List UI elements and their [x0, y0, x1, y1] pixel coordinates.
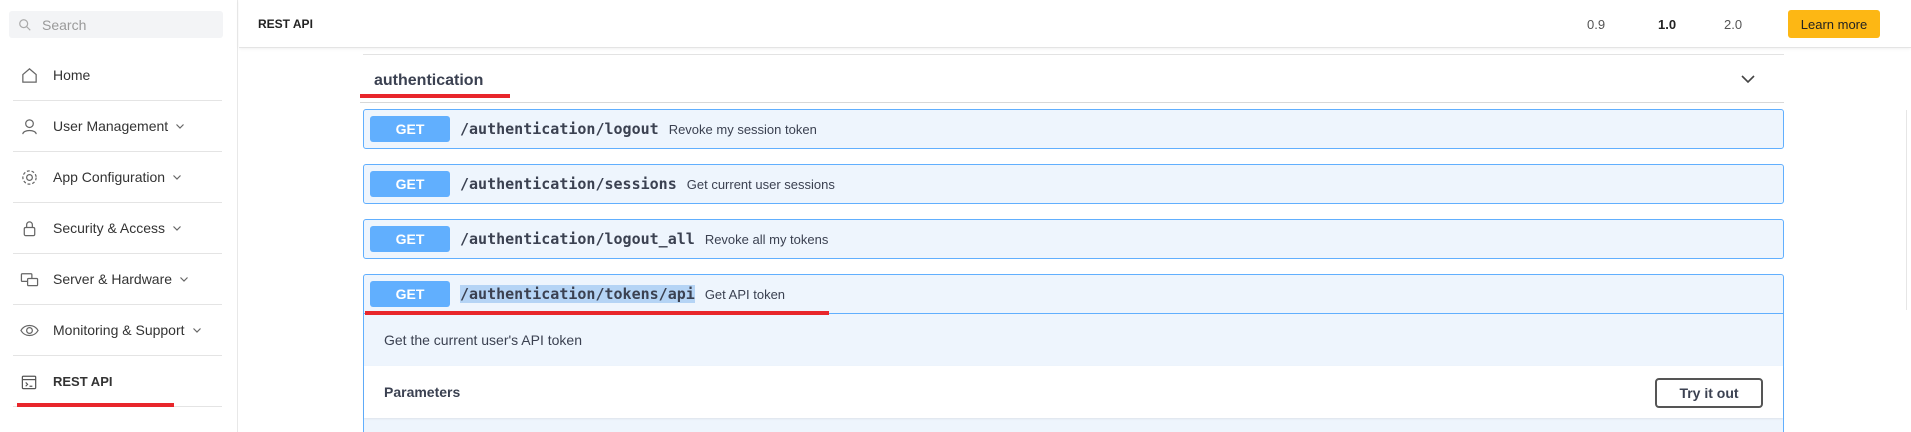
- method-badge: GET: [370, 281, 450, 307]
- try-it-out-button[interactable]: Try it out: [1655, 378, 1763, 408]
- operation-underline: [365, 311, 829, 315]
- chevron-down-icon: [173, 226, 181, 231]
- operation-block: GET /authentication/sessions Get current…: [363, 164, 1784, 204]
- operation-block-expanded: GET /authentication/tokens/api Get API t…: [363, 274, 1784, 432]
- operation-path: /authentication/sessions: [460, 175, 677, 193]
- user-icon: [20, 117, 39, 136]
- sidebar-item-label: Server & Hardware: [53, 271, 173, 287]
- sidebar-item-label: User Management: [53, 118, 169, 134]
- parameters-header: Parameters Try it out: [364, 366, 1783, 418]
- learn-more-button[interactable]: Learn more: [1788, 10, 1880, 38]
- active-item-underline: [17, 403, 174, 407]
- server-icon: [20, 270, 39, 289]
- sidebar-item-label: App Configuration: [53, 169, 166, 185]
- tag-underline: [360, 94, 510, 98]
- sidebar-item-app-configuration[interactable]: App Configuration: [13, 152, 222, 203]
- chevron-down-icon: [192, 328, 201, 333]
- version-option-selected[interactable]: 1.0: [1658, 17, 1676, 32]
- sidebar-item-user-management[interactable]: User Management: [13, 101, 222, 152]
- section-divider: [363, 54, 1784, 55]
- sidebar-nav: Home User Management App Configuration S…: [13, 50, 222, 407]
- method-badge: GET: [370, 116, 450, 142]
- operation-block: GET /authentication/logout_all Revoke al…: [363, 219, 1784, 259]
- sidebar: Home User Management App Configuration S…: [0, 0, 238, 432]
- eye-icon: [20, 321, 39, 340]
- api-icon: [20, 372, 39, 391]
- search-input[interactable]: [42, 16, 222, 33]
- sidebar-item-label: Monitoring & Support: [53, 322, 185, 338]
- operation-summary: Get API token: [704, 286, 786, 302]
- operation-description: Get the current user's API token: [364, 314, 1783, 366]
- operation-header[interactable]: GET /authentication/logout_all Revoke al…: [364, 220, 1783, 258]
- search-box[interactable]: [9, 11, 223, 38]
- sidebar-item-security-access[interactable]: Security & Access: [13, 203, 222, 254]
- sidebar-item-label: Security & Access: [53, 220, 166, 236]
- gear-icon: [20, 168, 39, 187]
- operation-path: /authentication/logout: [460, 120, 659, 138]
- search-icon: [19, 18, 31, 31]
- operation-summary: Revoke my session token: [668, 121, 817, 137]
- sidebar-item-home[interactable]: Home: [13, 50, 222, 101]
- parameters-body: [364, 418, 1783, 432]
- sidebar-item-rest-api[interactable]: REST API: [13, 356, 222, 407]
- operation-header[interactable]: GET /authentication/sessions Get current…: [364, 165, 1783, 203]
- top-bar: REST API 0.9 1.0 2.0 Learn more: [239, 0, 1911, 48]
- operation-body: Get the current user's API token Paramet…: [364, 313, 1783, 432]
- operation-path: /authentication/logout_all: [460, 230, 695, 248]
- chevron-down-icon: [173, 175, 182, 180]
- operation-summary: Revoke all my tokens: [704, 231, 829, 247]
- method-badge: GET: [370, 226, 450, 252]
- tag-divider: [360, 102, 1784, 103]
- sidebar-item-label: REST API: [53, 373, 113, 389]
- page-title: REST API: [258, 17, 313, 31]
- chevron-down-icon[interactable]: [1740, 71, 1756, 87]
- operation-header[interactable]: GET /authentication/logout Revoke my ses…: [364, 110, 1783, 148]
- version-option[interactable]: 2.0: [1724, 17, 1742, 32]
- scrollbar[interactable]: [1906, 110, 1911, 310]
- operation-block: GET /authentication/logout Revoke my ses…: [363, 109, 1784, 149]
- home-icon: [20, 66, 39, 85]
- sidebar-item-monitoring-support[interactable]: Monitoring & Support: [13, 305, 222, 356]
- parameters-title: Parameters: [384, 384, 461, 400]
- sidebar-item-server-hardware[interactable]: Server & Hardware: [13, 254, 222, 305]
- tag-title[interactable]: authentication: [374, 72, 483, 90]
- sidebar-item-label: Home: [53, 67, 91, 83]
- chevron-down-icon: [180, 277, 188, 282]
- version-option[interactable]: 0.9: [1587, 17, 1605, 32]
- operation-header[interactable]: GET /authentication/tokens/api Get API t…: [364, 275, 1783, 313]
- operation-summary: Get current user sessions: [686, 176, 835, 192]
- operation-path: /authentication/tokens/api: [460, 285, 695, 303]
- chevron-down-icon: [176, 124, 185, 129]
- lock-icon: [20, 219, 39, 238]
- method-badge: GET: [370, 171, 450, 197]
